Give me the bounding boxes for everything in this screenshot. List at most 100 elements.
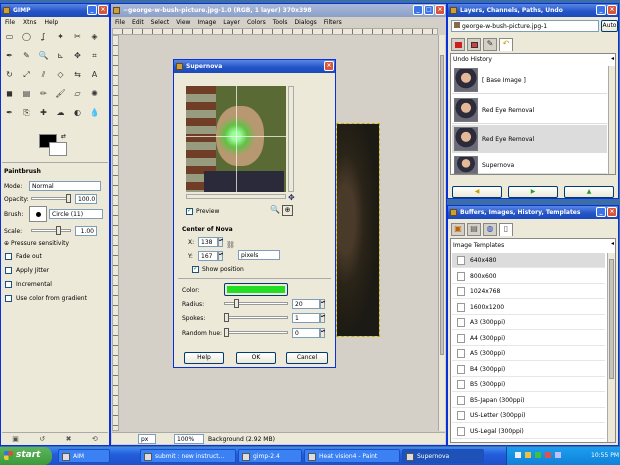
template-item[interactable]: A3 (300ppi) (452, 315, 605, 330)
tab-channels[interactable] (467, 38, 481, 51)
heal-icon[interactable]: ✚ (37, 106, 50, 119)
save-options-icon[interactable]: ▣ (12, 435, 19, 443)
scale-field[interactable]: 1.00 (75, 226, 97, 236)
tab-templates[interactable]: ▯ (499, 223, 513, 236)
menu-file[interactable]: File (5, 18, 15, 27)
measure-icon[interactable]: ⊾ (54, 49, 67, 62)
image-titlebar[interactable]: ~george-w-bush-picture.jpg-1.0 (RGB, 1 l… (111, 4, 446, 17)
preview-hscroll[interactable] (186, 194, 286, 199)
opacity-slider[interactable] (31, 197, 71, 200)
image-canvas[interactable] (336, 123, 380, 337)
preview-image[interactable] (186, 86, 286, 192)
volume-tray-icon[interactable] (555, 452, 561, 458)
security-tray-icon[interactable] (535, 452, 541, 458)
y-spinner[interactable]: ▴▾ (218, 251, 223, 261)
blend-icon[interactable]: ▤ (20, 87, 33, 100)
template-item[interactable]: 800x600 (452, 268, 605, 284)
cancel-button[interactable]: Cancel (286, 352, 328, 364)
template-item[interactable]: 1024x768 (452, 284, 605, 299)
menu-select[interactable]: Select (151, 18, 170, 27)
close-button[interactable]: × (435, 5, 445, 15)
brush-preview[interactable] (29, 206, 47, 222)
x-spinner[interactable]: ▴▾ (218, 237, 223, 247)
menu-colors[interactable]: Colors (247, 18, 266, 27)
task-supernova[interactable]: Supernova (402, 449, 484, 463)
opacity-field[interactable]: 100.0 (75, 194, 97, 204)
vertical-scroll-thumb[interactable] (440, 55, 444, 355)
help-button[interactable]: Help (184, 352, 224, 364)
background-color-swatch[interactable] (49, 142, 67, 156)
scale-slider[interactable] (31, 229, 71, 232)
layers-dock-titlebar[interactable]: Layers, Channels, Paths, Undo _ × (448, 4, 618, 17)
minimize-button[interactable]: _ (413, 5, 423, 15)
history-item[interactable]: Supernova (452, 154, 607, 174)
template-item[interactable]: B5-Japan (300ppi) (452, 392, 605, 408)
color-picker-icon[interactable]: ✎ (20, 49, 33, 62)
close-button[interactable]: × (98, 5, 108, 15)
ink-icon[interactable]: ✒ (3, 106, 16, 119)
tab-undo[interactable]: ↶ (499, 38, 513, 51)
menu-layer[interactable]: Layer (223, 18, 240, 27)
menu-view[interactable]: View (176, 18, 190, 27)
history-item[interactable]: Red Eye Removal (452, 96, 607, 124)
perspective-icon[interactable]: ◇ (54, 68, 67, 81)
vertical-ruler[interactable] (112, 35, 119, 431)
scale-icon[interactable]: ⤢ (20, 68, 33, 81)
image-select[interactable]: george-w-bush-picture.jpg-1 (451, 20, 599, 32)
template-item[interactable]: 1600x1200 (452, 299, 605, 315)
spokes-field[interactable]: 1 (292, 313, 320, 323)
lasso-icon[interactable]: ʆ (37, 30, 50, 43)
reset-options-icon[interactable]: ⟲ (92, 435, 98, 443)
zoom-select[interactable]: 100% (174, 434, 204, 444)
minimize-button[interactable]: _ (596, 5, 606, 15)
spokes-slider-thumb[interactable] (224, 313, 229, 322)
random-hue-slider[interactable] (224, 331, 288, 334)
preview-vscroll[interactable] (288, 86, 294, 192)
zoom-out-icon[interactable]: 🔍 (270, 205, 280, 214)
incremental-checkbox[interactable] (5, 281, 12, 288)
gradient-checkbox[interactable] (5, 295, 12, 302)
menu-filters[interactable]: Filters (324, 18, 342, 27)
menu-help[interactable]: Help (44, 18, 58, 27)
template-item[interactable]: B5 (300ppi) (452, 377, 605, 392)
unit-select[interactable]: pixels (238, 250, 280, 260)
template-item[interactable]: US-Letter (300ppi) (452, 408, 605, 423)
minimize-button[interactable]: _ (87, 5, 97, 15)
dodge-icon[interactable]: ◐ (71, 106, 84, 119)
clone-icon[interactable]: ⎘ (20, 106, 33, 119)
template-item[interactable]: 640x480 (452, 253, 605, 268)
random-hue-field[interactable]: 0 (292, 328, 320, 338)
start-button[interactable]: start (0, 447, 52, 465)
color-button[interactable] (224, 283, 288, 296)
task-submit[interactable]: submit : new instruct... (140, 449, 236, 463)
template-item[interactable]: A5 (300ppi) (452, 346, 605, 361)
redo-button[interactable]: ▶ (508, 186, 558, 198)
ellipse-select-icon[interactable]: ◯ (20, 30, 33, 43)
opacity-slider-thumb[interactable] (66, 194, 71, 203)
menu-dialogs[interactable]: Dialogs (295, 18, 317, 27)
task-gimp[interactable]: gimp-2.4 (238, 449, 302, 463)
convolve-icon[interactable]: 💧 (88, 106, 101, 119)
spokes-slider[interactable] (224, 316, 288, 319)
mode-select[interactable]: Normal (29, 181, 101, 191)
x-field[interactable]: 138 (198, 237, 218, 247)
navigate-icon[interactable]: ✥ (288, 193, 295, 202)
path-icon[interactable]: ✒ (3, 49, 16, 62)
scale-slider-thumb[interactable] (56, 226, 61, 235)
ok-button[interactable]: OK (236, 352, 276, 364)
menu-xtns[interactable]: Xtns (23, 18, 36, 27)
task-paint[interactable]: Heat vision4 - Paint (304, 449, 400, 463)
zoom-icon[interactable]: 🔍 (37, 49, 50, 62)
tab-layers[interactable] (451, 38, 465, 51)
move-icon[interactable]: ✥ (71, 49, 84, 62)
maximize-button[interactable]: □ (424, 5, 434, 15)
fade-checkbox[interactable] (5, 253, 12, 260)
vertical-scrollbar[interactable] (438, 35, 445, 431)
template-item[interactable]: US-Legal (300ppi) (452, 423, 605, 439)
close-button[interactable]: × (324, 61, 334, 71)
toolbox-titlebar[interactable]: GIMP _ × (1, 4, 109, 17)
horizontal-ruler[interactable] (112, 28, 438, 35)
restore-options-icon[interactable]: ↺ (39, 435, 45, 443)
tab-paths[interactable]: ✎ (483, 38, 497, 51)
bucket-icon[interactable]: ◼ (3, 87, 16, 100)
